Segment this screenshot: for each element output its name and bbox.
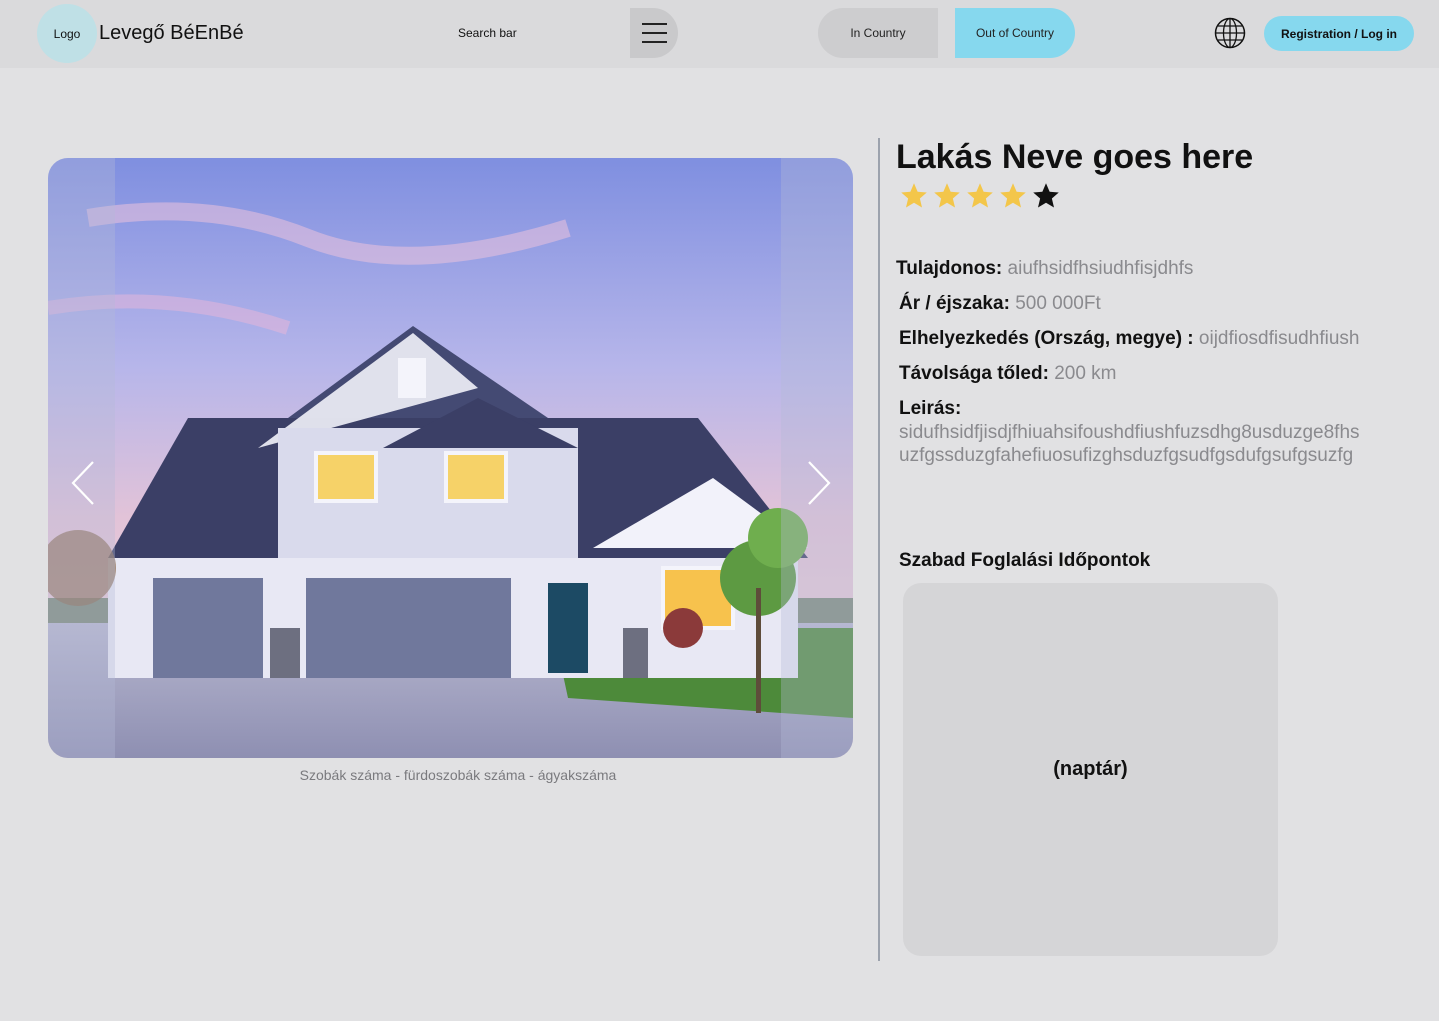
distance-label: Távolsága tőled: <box>899 363 1049 384</box>
price-label: Ár / éjszaka: <box>899 293 1010 314</box>
top-nav-bar: Logo Levegő BéEnBé Search bar In Country… <box>0 0 1439 68</box>
registration-login-label: Registration / Log in <box>1281 26 1397 41</box>
distance-value: 200 km <box>1054 363 1117 384</box>
listing-title: Lakás Neve goes here <box>896 138 1254 176</box>
star-filled-icon <box>901 183 927 208</box>
chevron-right-icon[interactable] <box>804 458 834 508</box>
owner-value: aiufhsidfhsiudhfisjdhfs <box>1007 258 1194 279</box>
location-row: Elhelyezkedés (Ország, megye) : oijdfios… <box>899 328 1359 350</box>
chevron-left-icon[interactable] <box>68 458 98 508</box>
availability-calendar[interactable]: (naptár) <box>903 583 1278 956</box>
price-value: 500 000Ft <box>1015 293 1101 314</box>
description-label: Leirás: <box>899 398 962 419</box>
star-filled-icon <box>934 183 960 208</box>
tab-out-of-country-label: Out of Country <box>975 26 1055 40</box>
star-empty-icon <box>1033 183 1059 208</box>
location-value: oijdfiosdfisudhfiush <box>1198 328 1360 349</box>
search-input[interactable]: Search bar <box>458 26 517 40</box>
star-filled-icon <box>967 183 993 208</box>
price-row: Ár / éjszaka: 500 000Ft <box>899 293 1101 315</box>
star-filled-icon <box>1000 183 1026 208</box>
menu-button[interactable] <box>630 8 678 58</box>
owner-row: Tulajdonos: aiufhsidfhsiudhfisjdhfs <box>896 258 1193 280</box>
image-carousel[interactable] <box>48 158 853 758</box>
calendar-placeholder: (naptár) <box>1053 758 1128 780</box>
vertical-divider <box>878 138 880 961</box>
location-label: Elhelyezkedés (Ország, megye) : <box>899 328 1194 349</box>
owner-label: Tulajdonos: <box>896 258 1003 279</box>
tab-in-country-label: In Country <box>850 26 906 40</box>
tab-out-of-country[interactable]: Out of Country <box>955 8 1075 58</box>
description-text: sidufhsidfjisdjfhiuahsifoushdfiushfuzsdh… <box>899 422 1360 466</box>
room-summary: Szobák száma - fürdoszobák száma - ágyak… <box>299 767 617 783</box>
rating-stars <box>899 181 1061 211</box>
registration-login-button[interactable]: Registration / Log in <box>1264 16 1414 51</box>
tab-in-country[interactable]: In Country <box>818 8 938 58</box>
distance-row: Távolsága tőled: 200 km <box>899 363 1117 385</box>
brand-name[interactable]: Levegő BéEnBé <box>99 22 244 45</box>
logo[interactable]: Logo <box>37 4 97 63</box>
logo-label: Logo <box>53 26 81 41</box>
globe-icon[interactable] <box>1214 17 1246 49</box>
booking-title: Szabad Foglalási Időpontok <box>899 550 1151 571</box>
house-photo <box>48 158 853 758</box>
